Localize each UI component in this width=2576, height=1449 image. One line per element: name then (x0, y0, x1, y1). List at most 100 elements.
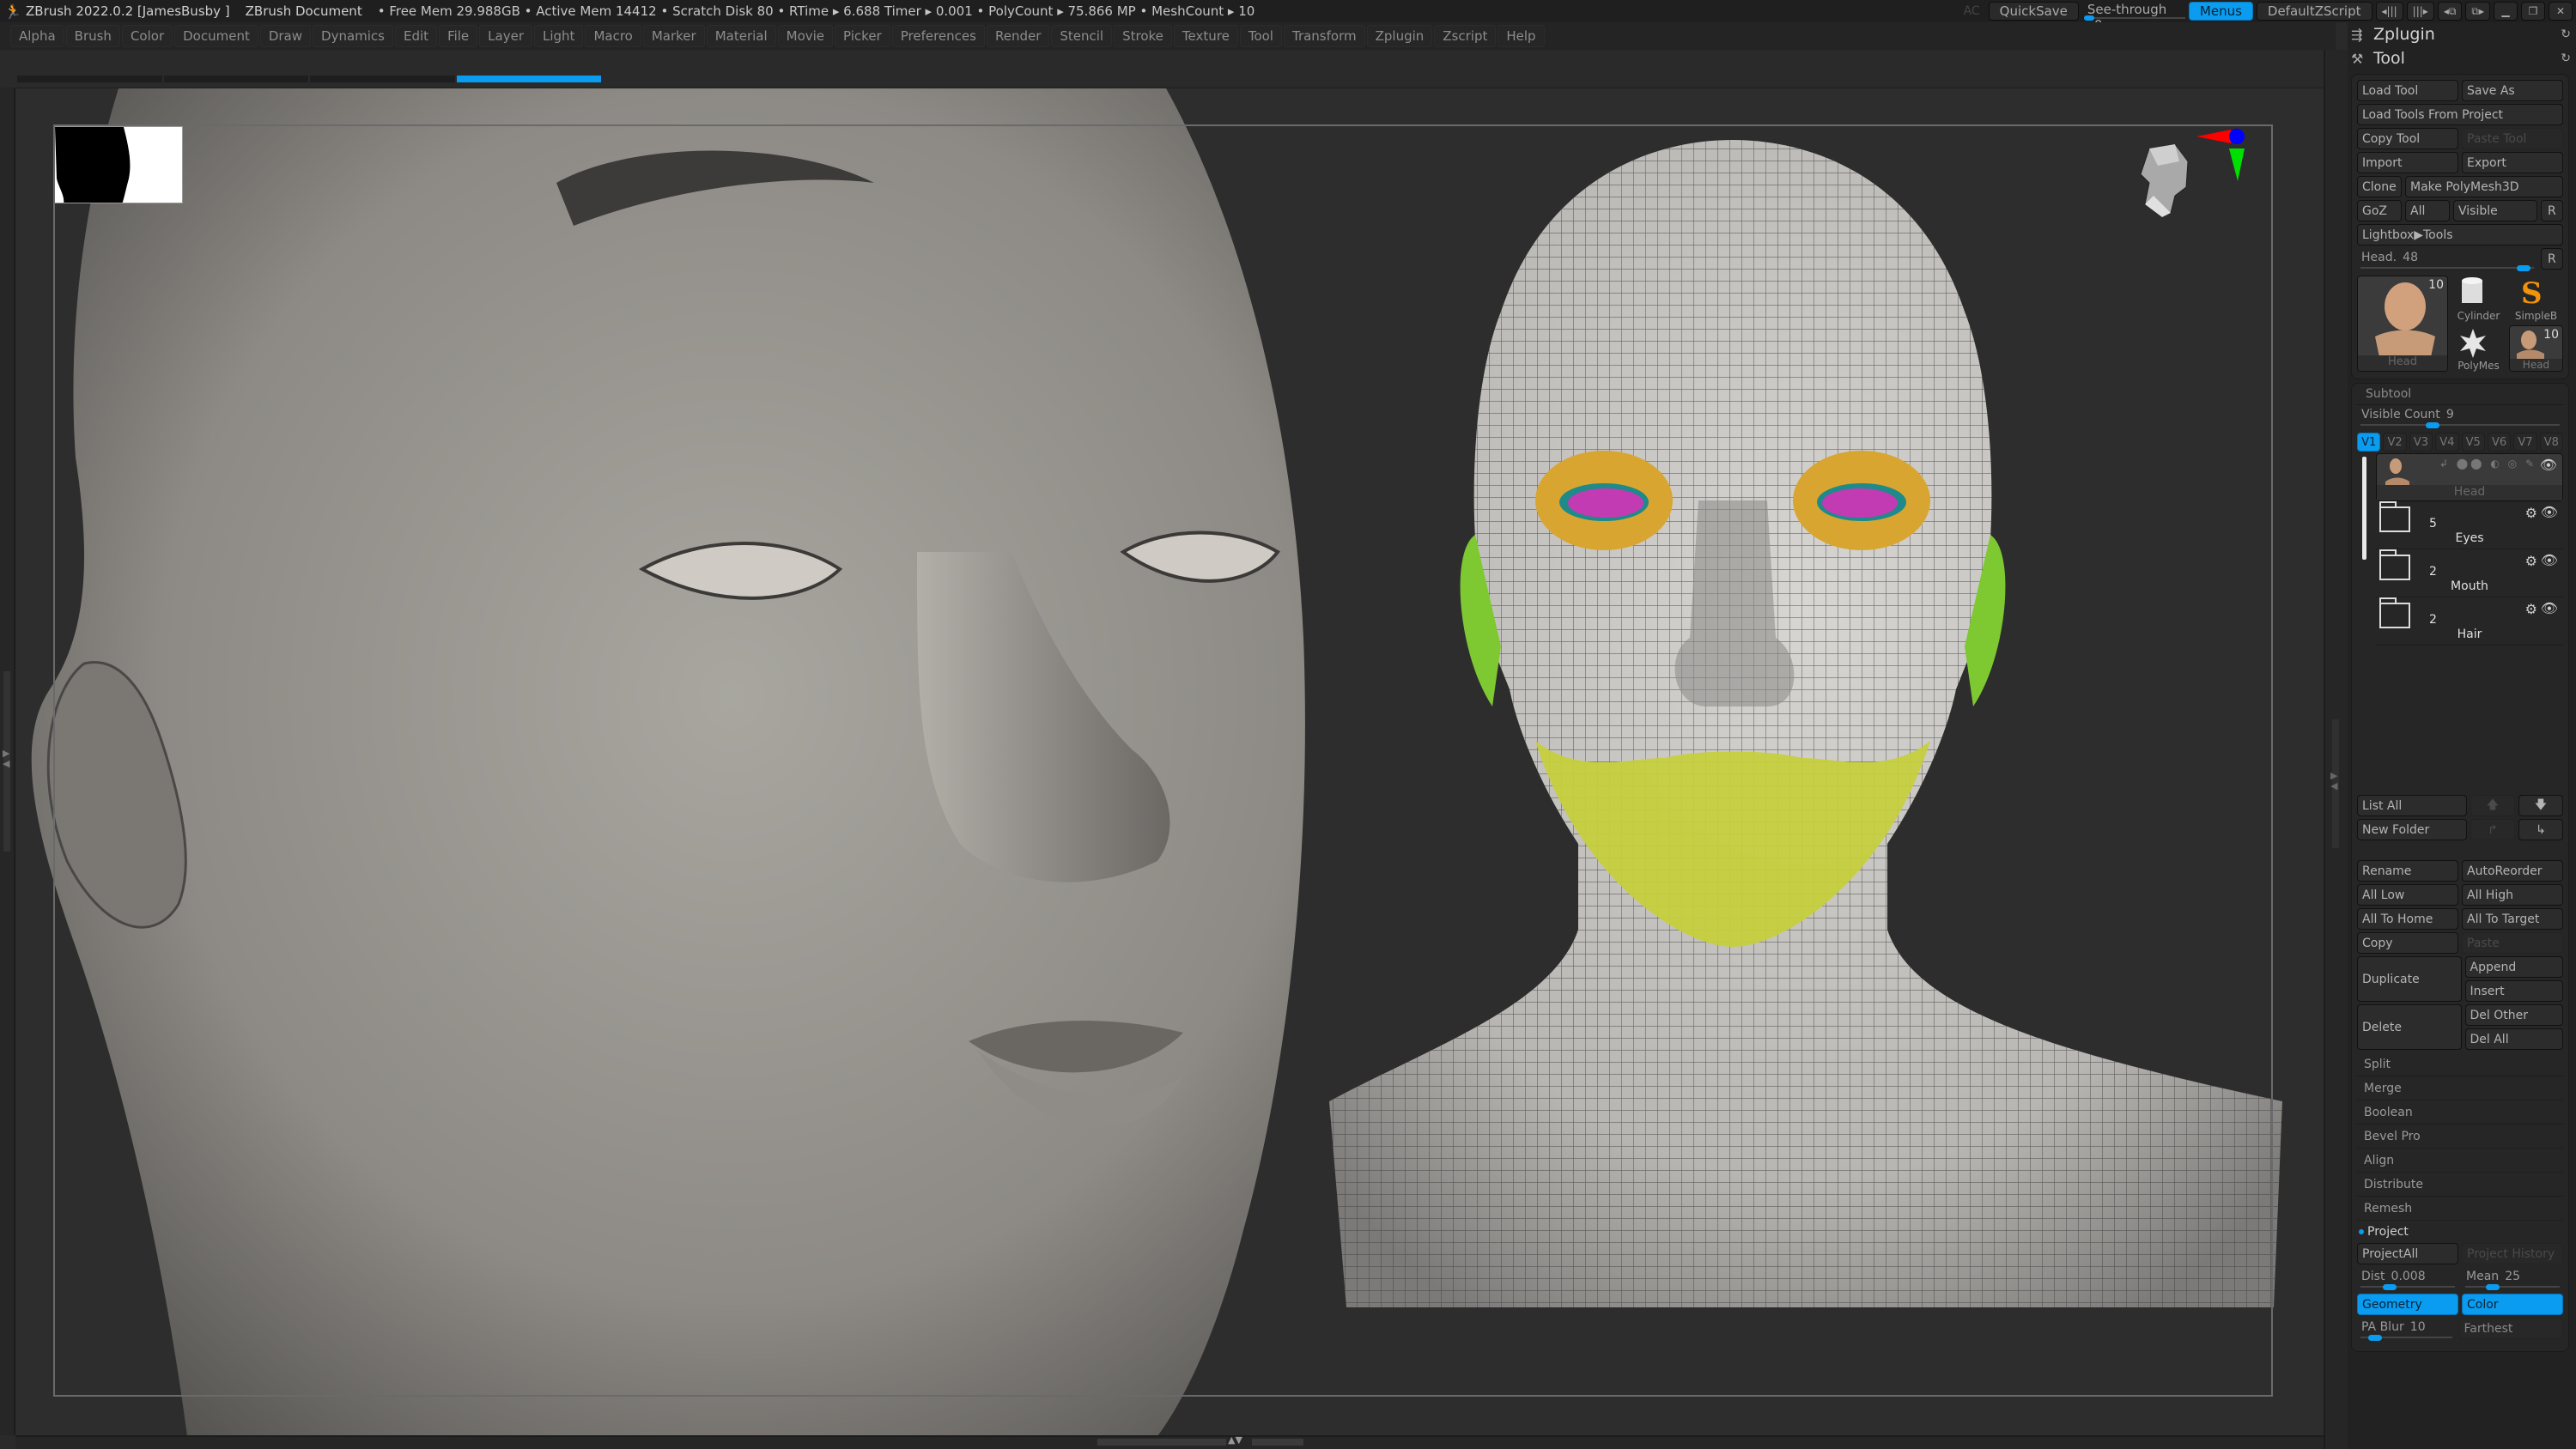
tool-thumbnail-head[interactable]: 10 Head (2357, 276, 2448, 372)
menu-render[interactable]: Render (986, 25, 1050, 47)
rename-button[interactable]: Rename (2357, 860, 2458, 882)
subtool-item-head[interactable]: ↲ ⬤⬤ ◐ ◎ ✎ 👁 Head (2376, 453, 2563, 501)
menu-brush[interactable]: Brush (65, 25, 120, 47)
canvas-viewport[interactable] (15, 88, 2324, 1435)
goz-visible-button[interactable]: Visible (2453, 200, 2537, 221)
expand-bottom-tray-icon[interactable]: ▲▼ (1228, 1434, 1242, 1446)
subtool-list-scrollbar[interactable] (2362, 457, 2366, 560)
turn-down-arrow-icon[interactable]: ↳ (2518, 819, 2563, 840)
menu-alpha[interactable]: Alpha (10, 25, 64, 47)
load-tool-button[interactable]: Load Tool (2357, 80, 2458, 101)
current-tool-slider[interactable]: Head. 48 (2357, 248, 2537, 272)
list-all-button[interactable]: List All (2357, 795, 2467, 816)
del-all-button[interactable]: Del All (2464, 1028, 2563, 1050)
move-down-icon[interactable]: 🡇 (2518, 795, 2563, 816)
slider-knob[interactable] (2425, 422, 2439, 428)
eye-icon[interactable]: 👁 (2541, 600, 2558, 616)
clone-button[interactable]: Clone (2357, 176, 2402, 197)
export-button[interactable]: Export (2462, 152, 2563, 173)
subpalette-bevel-pro[interactable]: Bevel Pro (2357, 1125, 2563, 1149)
gear-icon[interactable]: ⚙ (2525, 601, 2537, 617)
tool-palette-header[interactable]: ⚒ Tool ↻ (2348, 46, 2576, 70)
close-icon[interactable]: ✕ (2549, 2, 2573, 21)
right-tray-handle[interactable]: ▶ ◀ (2324, 50, 2348, 1449)
menu-texture[interactable]: Texture (1173, 25, 1238, 47)
menu-transform[interactable]: Transform (1283, 25, 1365, 47)
goz-button[interactable]: GoZ (2357, 200, 2402, 221)
goz-r-button[interactable]: R (2541, 200, 2563, 221)
tool-thumbnail-cylinder[interactable]: Cylinder (2451, 276, 2506, 322)
menu-preferences[interactable]: Preferences (891, 25, 985, 47)
visible-count-slider[interactable]: Visible Count 9 (2357, 405, 2563, 429)
eye-icon[interactable]: 👁 (2541, 504, 2558, 520)
menu-help[interactable]: Help (1498, 25, 1545, 47)
move-up-icon[interactable]: 🡅 (2470, 795, 2515, 816)
menu-tool[interactable]: Tool (1239, 25, 1282, 47)
tab-v2[interactable]: V2 (2383, 433, 2407, 452)
import-button[interactable]: Import (2357, 152, 2458, 173)
next-ui-icon[interactable]: ⧉▸ (2465, 2, 2490, 21)
paste-subtool-button[interactable]: Paste (2462, 932, 2563, 954)
farthest-toggle[interactable]: Farthest (2458, 1318, 2563, 1339)
subtool-action-icons[interactable]: ↲ ⬤⬤ ◐ ◎ ✎ (2439, 458, 2537, 470)
menu-dynamics[interactable]: Dynamics (313, 25, 393, 47)
tab-v4[interactable]: V4 (2435, 433, 2459, 452)
menu-material[interactable]: Material (706, 25, 776, 47)
zplugin-palette-header[interactable]: ⇶ Zplugin ↻ (2348, 22, 2576, 46)
geometry-toggle[interactable]: Geometry (2357, 1294, 2458, 1315)
all-high-button[interactable]: All High (2462, 884, 2563, 906)
gear-icon[interactable]: ⚙ (2525, 553, 2537, 569)
auto-reorder-button[interactable]: AutoReorder (2462, 860, 2563, 882)
menu-picker[interactable]: Picker (835, 25, 890, 47)
next-layout-icon[interactable]: |||▸ (2406, 2, 2434, 21)
menu-stencil[interactable]: Stencil (1051, 25, 1113, 47)
goz-all-button[interactable]: All (2405, 200, 2450, 221)
menu-draw[interactable]: Draw (259, 25, 312, 47)
menu-layer[interactable]: Layer (479, 25, 532, 47)
all-to-target-button[interactable]: All To Target (2462, 908, 2563, 930)
all-to-home-button[interactable]: All To Home (2357, 908, 2458, 930)
new-folder-button[interactable]: New Folder (2357, 819, 2467, 840)
subtool-folder-mouth[interactable]: 2 ⚙ 👁 Mouth (2376, 549, 2563, 597)
menu-color[interactable]: Color (121, 25, 173, 47)
redo-arrow-icon[interactable]: ↱ (2470, 819, 2515, 840)
subtool-header[interactable]: Subtool (2357, 384, 2563, 405)
tool-thumbnail-polymesh[interactable]: PolyMes (2451, 325, 2506, 372)
project-history-button[interactable]: Project History (2462, 1243, 2563, 1264)
color-toggle[interactable]: Color (2462, 1294, 2563, 1315)
tab-v5[interactable]: V5 (2461, 433, 2485, 452)
duplicate-button[interactable]: Duplicate (2357, 956, 2462, 1002)
subpalette-distribute[interactable]: Distribute (2357, 1173, 2563, 1197)
default-zscript-button[interactable]: DefaultZScript (2256, 2, 2372, 21)
menu-edit[interactable]: Edit (395, 25, 438, 47)
copy-subtool-button[interactable]: Copy (2357, 932, 2458, 954)
see-through-slider[interactable]: See-through 0 (2082, 2, 2185, 33)
menu-marker[interactable]: Marker (642, 25, 705, 47)
mean-slider[interactable]: Mean 25 (2462, 1267, 2563, 1291)
gear-icon[interactable]: ⚙ (2525, 505, 2537, 521)
tab-v3[interactable]: V3 (2409, 433, 2433, 452)
reset-icon[interactable]: ↻ (2561, 52, 2571, 65)
slider-knob[interactable] (2517, 265, 2531, 271)
append-button[interactable]: Append (2464, 956, 2563, 978)
save-as-button[interactable]: Save As (2462, 80, 2563, 101)
nav-head-gizmo[interactable] (2111, 114, 2248, 252)
menu-document[interactable]: Document (174, 25, 258, 47)
menu-zscript[interactable]: Zscript (1434, 25, 1497, 47)
left-tray-handle[interactable]: ▶ ◀ (0, 88, 15, 1435)
tab-v8[interactable]: V8 (2539, 433, 2563, 452)
see-through-knob[interactable] (2083, 15, 2094, 21)
pa-blur-slider[interactable]: PA Blur 10 (2357, 1318, 2456, 1342)
make-polymesh3d-button[interactable]: Make PolyMesh3D (2405, 176, 2563, 197)
ac-indicator[interactable]: AC (1964, 4, 1980, 18)
slider-knob[interactable] (2383, 1284, 2397, 1290)
bottom-tray-grip[interactable] (1252, 1439, 1303, 1446)
menu-light[interactable]: Light (534, 25, 584, 47)
tool-r-button[interactable]: R (2541, 248, 2563, 270)
expand-left-tray-icon[interactable]: ▶ ◀ (3, 749, 9, 769)
del-other-button[interactable]: Del Other (2464, 1004, 2563, 1026)
dist-slider[interactable]: Dist 0.008 (2357, 1267, 2458, 1291)
tab-v6[interactable]: V6 (2487, 433, 2512, 452)
slider-knob[interactable] (2368, 1335, 2383, 1341)
slider-knob[interactable] (2485, 1284, 2500, 1290)
